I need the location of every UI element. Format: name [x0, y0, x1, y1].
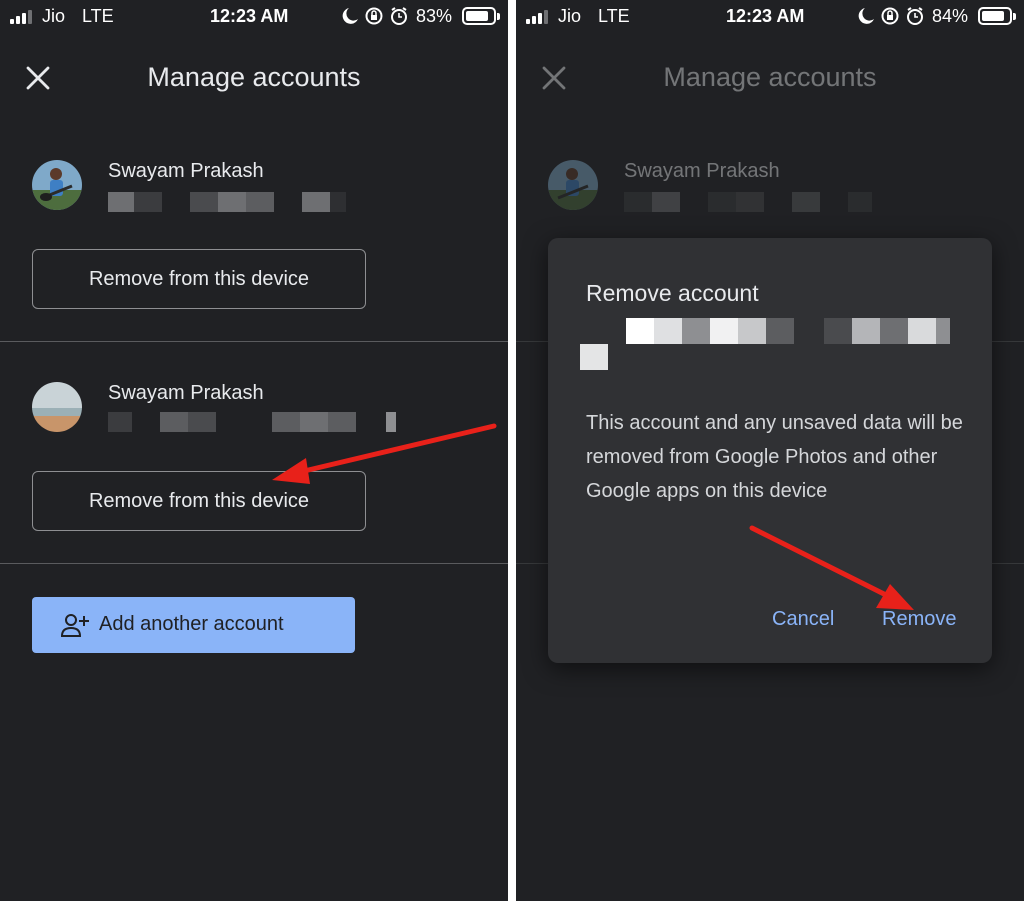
- battery-percent: 83%: [416, 6, 453, 26]
- remove-button[interactable]: Remove: [882, 608, 956, 631]
- alarm-icon: [907, 7, 923, 25]
- pixelated-email: [580, 314, 950, 370]
- battery-icon: [978, 7, 1016, 25]
- account-name: Swayam Prakash: [624, 160, 780, 182]
- network-type: LTE: [598, 6, 630, 26]
- remove-from-device-button[interactable]: Remove from this device: [32, 249, 366, 309]
- rotation-lock-icon: [365, 7, 383, 25]
- left-screenshot: Jio LTE 12:23 AM 83% Manage accounts Swa…: [0, 0, 508, 901]
- signal-strength-icon: [526, 10, 554, 24]
- cancel-button[interactable]: Cancel: [772, 608, 834, 631]
- moon-icon: [342, 8, 358, 24]
- dialog-title: Remove account: [586, 280, 759, 306]
- status-icons: [858, 7, 923, 25]
- account-name: Swayam Prakash: [108, 160, 264, 182]
- dialog-message: This account and any unsaved data will b…: [586, 412, 963, 502]
- red-annotation-arrow: [272, 423, 497, 484]
- carrier-name: Jio: [42, 6, 66, 26]
- pixelated-email: [108, 192, 408, 212]
- add-another-account-button[interactable]: Add another account: [32, 597, 355, 653]
- rotation-lock-icon: [881, 7, 899, 25]
- status-icons: [342, 7, 407, 25]
- divider: [0, 341, 508, 342]
- moon-icon: [858, 8, 874, 24]
- pixelated-email: [624, 192, 924, 212]
- beach-photo-avatar: [32, 382, 82, 432]
- alarm-icon: [391, 7, 407, 25]
- status-time: 12:23 AM: [726, 6, 805, 26]
- person-add-icon: [60, 614, 89, 637]
- status-bar: Jio LTE 12:23 AM 83%: [0, 0, 508, 34]
- remove-account-dialog: Remove account This account and any unsa…: [548, 238, 992, 663]
- add-account-label: Add another account: [99, 613, 284, 635]
- pixelated-email: [108, 412, 408, 432]
- right-screenshot: Jio LTE 12:23 AM 84% Manage accounts Swa…: [516, 0, 1024, 901]
- account-name: Swayam Prakash: [108, 382, 264, 404]
- divider: [0, 563, 508, 564]
- remove-from-device-button[interactable]: Remove from this device: [32, 471, 366, 531]
- page-title: Manage accounts: [663, 62, 877, 92]
- network-type: LTE: [82, 6, 114, 26]
- status-time: 12:23 AM: [210, 6, 289, 26]
- status-bar: Jio LTE 12:23 AM 84%: [516, 0, 1024, 34]
- battery-icon: [462, 7, 500, 25]
- carrier-name: Jio: [558, 6, 582, 26]
- guitar-photo-avatar: [32, 160, 82, 210]
- page-title: Manage accounts: [147, 62, 361, 92]
- battery-percent: 84%: [932, 6, 969, 26]
- signal-strength-icon: [10, 10, 38, 24]
- guitar-photo-avatar: [548, 160, 598, 210]
